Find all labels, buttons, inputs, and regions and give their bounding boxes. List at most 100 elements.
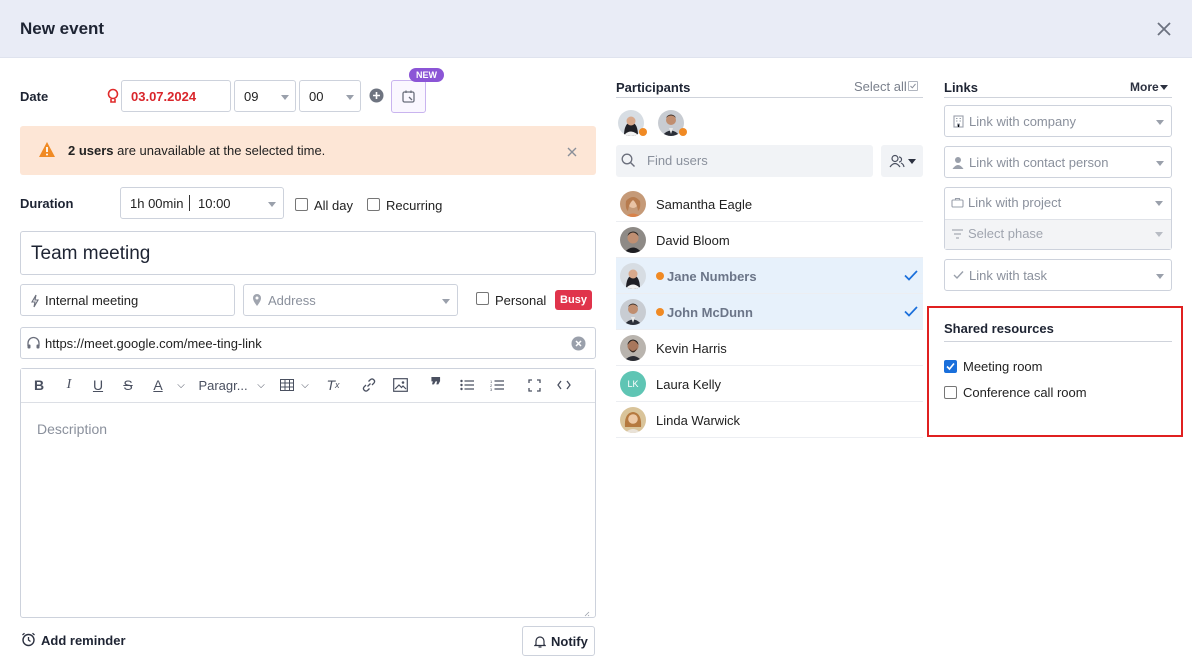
checkmark-icon <box>904 270 918 281</box>
date-label: Date <box>20 89 49 104</box>
alert-text: 2 users are unavailable at the selected … <box>68 143 325 158</box>
user-search-input[interactable]: Find users <box>616 145 873 177</box>
meeting-link-input[interactable]: https://meet.google.com/mee-ting-link <box>20 327 596 359</box>
event-type-select[interactable]: Internal meeting <box>20 284 235 316</box>
event-title-input[interactable]: Team meeting <box>20 231 596 275</box>
description-editor[interactable] <box>20 368 596 618</box>
participants-title: Participants <box>616 80 691 95</box>
shared-resources-title: Shared resources <box>944 321 1054 336</box>
all-day-label: All day <box>314 198 354 213</box>
add-reminder-button[interactable]: Add reminder <box>41 633 126 648</box>
minute-value: 00 <box>309 89 324 104</box>
bullet-list-icon[interactable] <box>459 377 475 393</box>
hour-select[interactable]: 09 <box>234 80 296 112</box>
event-title-value: Team meeting <box>31 243 151 264</box>
users-group-icon <box>889 154 905 168</box>
user-name: Laura Kelly <box>656 377 722 392</box>
fullscreen-icon[interactable] <box>526 377 542 393</box>
all-day-checkbox[interactable] <box>295 198 308 211</box>
building-icon <box>953 115 964 128</box>
code-view-icon[interactable] <box>556 377 572 393</box>
list-item[interactable]: David Bloom <box>616 222 923 258</box>
italic-icon[interactable]: I <box>62 377 76 393</box>
strikethrough-icon[interactable]: S <box>121 377 135 393</box>
conference-call-room-checkbox[interactable] <box>944 386 957 399</box>
lightning-icon <box>31 294 39 308</box>
select-all-link[interactable]: Select all <box>854 79 907 94</box>
underline-icon[interactable]: U <box>91 377 105 393</box>
unavailable-indicator <box>639 128 647 136</box>
bell-icon <box>534 636 546 648</box>
svg-text:3: 3 <box>490 387 493 391</box>
date-input[interactable]: 03.07.2024 <box>121 80 231 112</box>
search-icon <box>621 153 635 167</box>
meeting-link-value: https://meet.google.com/mee-ting-link <box>45 336 262 351</box>
text-color-icon[interactable]: A <box>150 377 166 393</box>
chevron-down-icon <box>442 299 450 304</box>
chevron-down-icon[interactable]: ⌵ <box>255 377 267 393</box>
chevron-down-icon <box>1155 232 1163 237</box>
add-time-icon[interactable] <box>369 88 384 103</box>
recurring-checkbox[interactable] <box>367 198 380 211</box>
dialog-header: New event <box>0 0 1192 58</box>
link-task-select[interactable]: Link with task <box>944 259 1172 291</box>
list-item[interactable]: Kevin Harris <box>616 330 923 366</box>
hour-value: 09 <box>244 89 259 104</box>
end-time-value: 10:00 <box>198 196 231 211</box>
lightbulb-icon <box>106 88 120 106</box>
paragraph-select[interactable]: Paragr... <box>198 377 247 393</box>
resize-handle-icon[interactable] <box>584 605 590 617</box>
alert-message: are unavailable at the selected time. <box>113 143 326 158</box>
dialog-title: New event <box>20 19 105 38</box>
link-contact-select[interactable]: Link with contact person <box>944 146 1172 178</box>
alarm-clock-icon[interactable] <box>21 632 37 648</box>
link-icon[interactable] <box>361 377 377 393</box>
list-item[interactable]: Linda Warwick <box>616 402 923 438</box>
phase-select[interactable]: Select phase <box>944 219 1172 249</box>
image-icon[interactable] <box>392 377 408 393</box>
more-menu[interactable]: More <box>1130 80 1159 94</box>
chevron-down-icon[interactable]: ⌵ <box>175 377 187 393</box>
busy-status-button[interactable]: Busy <box>555 290 592 310</box>
notify-button[interactable]: Notify <box>522 626 595 656</box>
user-name: Jane Numbers <box>667 269 757 284</box>
user-filter-button[interactable] <box>881 145 923 177</box>
bold-icon[interactable]: B <box>32 377 46 393</box>
link-contact-placeholder: Link with contact person <box>969 155 1109 170</box>
numbered-list-icon[interactable]: 123 <box>489 377 505 393</box>
close-icon[interactable] <box>1154 19 1174 39</box>
resources-divider <box>944 341 1172 342</box>
avatar <box>620 263 646 289</box>
list-item-selected[interactable]: Jane Numbers <box>616 258 923 294</box>
alert-bold: 2 users <box>68 143 114 158</box>
unavailable-indicator <box>656 272 664 280</box>
chevron-down-icon[interactable] <box>1160 85 1168 90</box>
date-value: 03.07.2024 <box>131 89 197 104</box>
link-company-select[interactable]: Link with company <box>944 105 1172 137</box>
headset-icon <box>27 336 40 349</box>
briefcase-icon <box>951 197 964 208</box>
list-item[interactable]: Samantha Eagle <box>616 186 923 222</box>
calendar-suggest-button[interactable] <box>391 80 426 113</box>
dismiss-alert-icon[interactable] <box>567 145 577 157</box>
unavailable-indicator <box>656 308 664 316</box>
link-project-select[interactable]: Link with project <box>944 187 1172 218</box>
link-company-placeholder: Link with company <box>969 114 1076 129</box>
clear-icon[interactable] <box>571 336 586 351</box>
chevron-down-icon <box>1156 274 1164 279</box>
duration-select[interactable]: 1h 00min 10:00 <box>120 187 284 219</box>
select-all-checkbox[interactable] <box>908 81 918 91</box>
quote-icon[interactable]: ❞ <box>429 375 443 397</box>
meeting-room-label: Meeting room <box>963 359 1043 374</box>
phase-placeholder: Select phase <box>968 226 1044 241</box>
meeting-room-checkbox[interactable] <box>944 360 957 373</box>
table-icon[interactable] <box>279 377 295 393</box>
unavailable-indicator <box>679 128 687 136</box>
chevron-down-icon[interactable]: ⌵ <box>299 377 311 393</box>
list-item-selected[interactable]: John McDunn <box>616 294 923 330</box>
address-input[interactable]: Address <box>243 284 458 316</box>
minute-select[interactable]: 00 <box>299 80 361 112</box>
list-item[interactable]: LK Laura Kelly <box>616 366 923 402</box>
personal-checkbox[interactable] <box>476 292 489 305</box>
clear-format-icon[interactable]: Tx <box>325 377 341 393</box>
